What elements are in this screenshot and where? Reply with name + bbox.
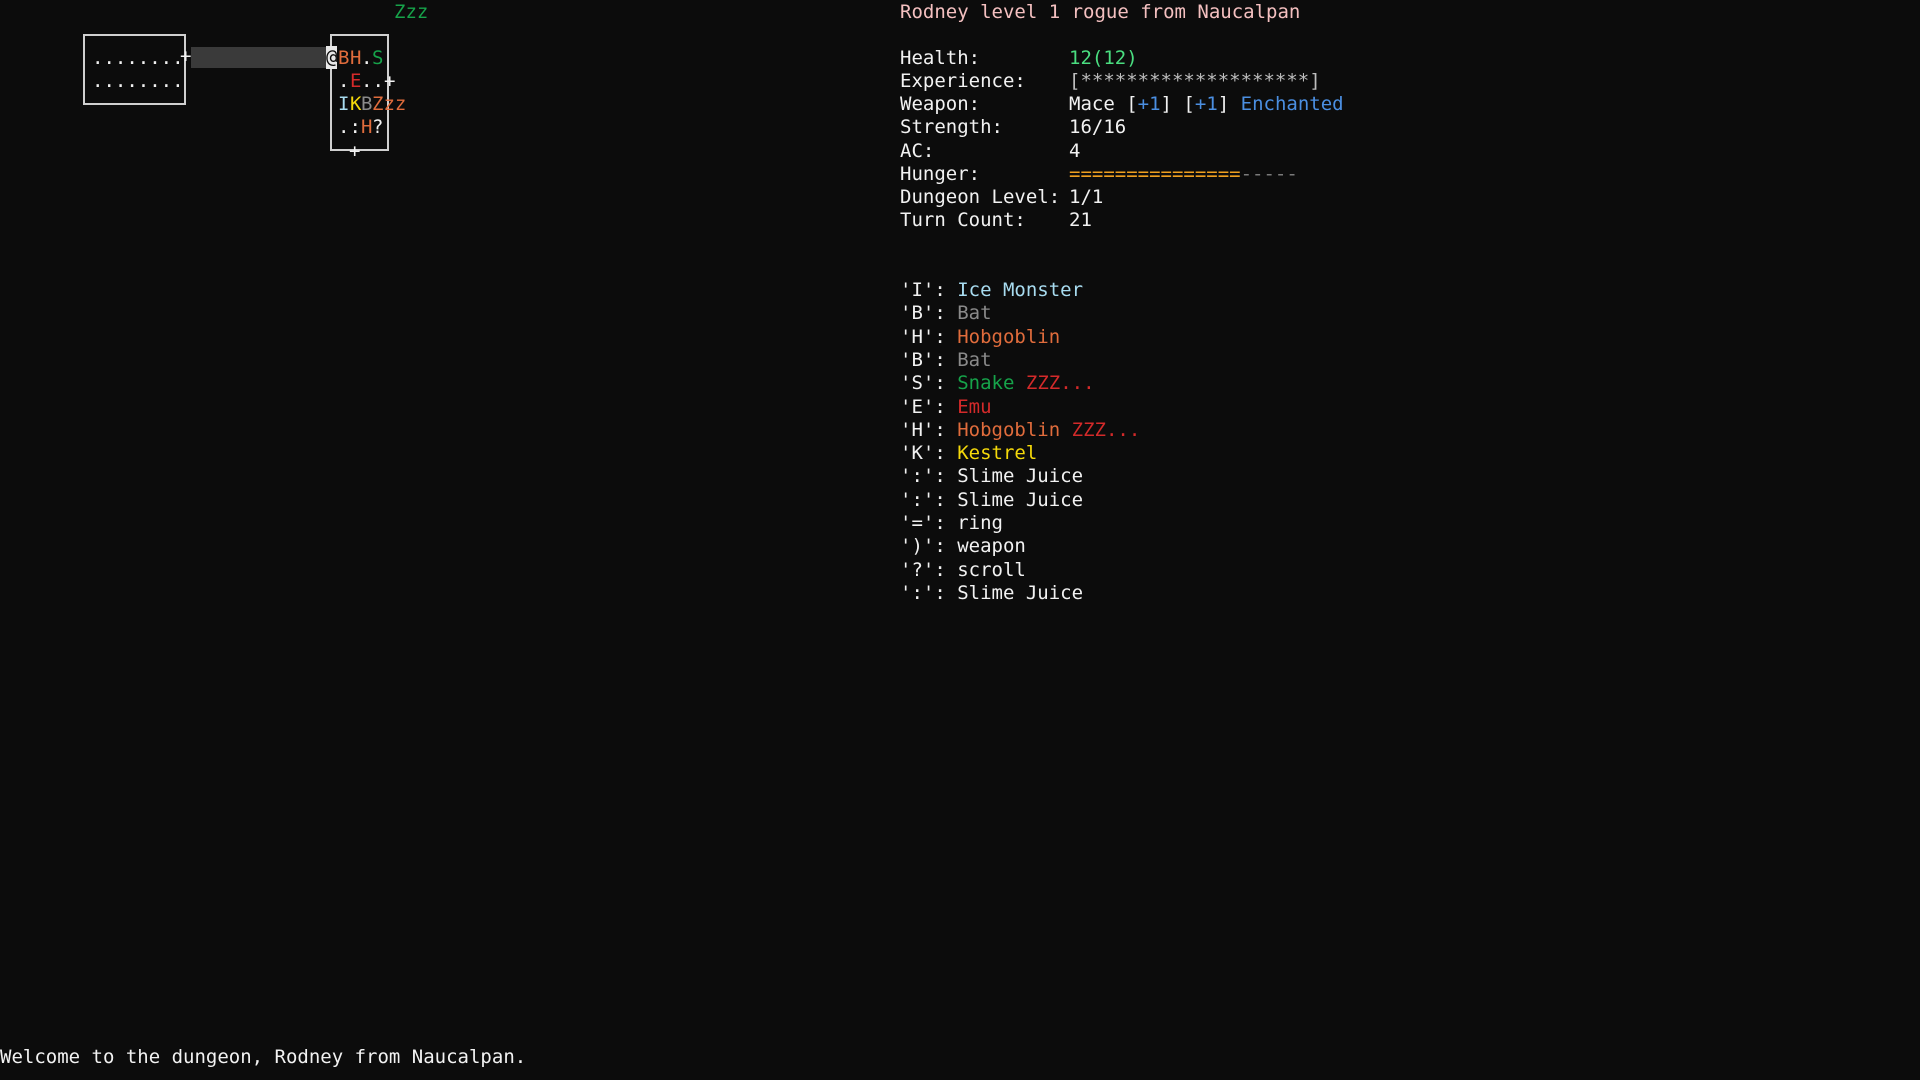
room-left-door: +: [180, 45, 191, 68]
player-character: @: [326, 46, 337, 69]
legend-symbol: ')':: [900, 535, 946, 557]
room-right-door-east: +: [384, 70, 395, 93]
legend-row: 'S': Snake ZZZ...: [900, 372, 1095, 395]
legend-symbol: 'E':: [900, 396, 946, 418]
legend-row: 'E': Emu: [900, 396, 992, 419]
experience-bar: [********************]: [1069, 70, 1321, 93]
legend-sleep-status: ZZZ...: [1026, 372, 1095, 394]
hunger-bar-empty: -----: [1241, 163, 1298, 185]
map-floor: .: [338, 70, 349, 93]
legend-name: Slime Juice: [957, 489, 1083, 511]
weapon-bonus-hit: +1: [1138, 93, 1161, 115]
legend-name: Hobgoblin: [957, 419, 1060, 441]
weapon-name: Mace: [1069, 93, 1115, 115]
legend-symbol: ':':: [900, 489, 946, 511]
legend-name: weapon: [957, 535, 1026, 557]
health-value: 12(12): [1069, 47, 1138, 70]
legend-row: 'K': Kestrel: [900, 442, 1037, 465]
dungeon-level-label: Dungeon Level:: [900, 186, 1060, 209]
map-bat: B: [338, 47, 349, 70]
hunger-bar: ===============-----: [1069, 163, 1298, 186]
legend-name: Bat: [957, 302, 991, 324]
legend-name: Slime Juice: [957, 465, 1083, 487]
map-snake: S: [372, 47, 383, 70]
legend-symbol: '=':: [900, 512, 946, 534]
room-left-floor-row2: ........: [92, 70, 184, 93]
weapon-bonus-damage: +1: [1195, 93, 1218, 115]
character-title: Rodney level 1 rogue from Naucalpan: [900, 1, 1300, 24]
legend-name: Ice Monster: [957, 279, 1083, 301]
legend-row: 'I': Ice Monster: [900, 279, 1083, 302]
weapon-label: Weapon:: [900, 93, 980, 116]
room-right-door-south: +: [349, 140, 360, 163]
ac-label: AC:: [900, 140, 934, 163]
legend-row: ':': Slime Juice: [900, 582, 1083, 605]
legend-symbol: 'H':: [900, 419, 946, 441]
hunger-label: Hunger:: [900, 163, 980, 186]
hunger-bar-full: ===============: [1069, 163, 1241, 185]
legend-symbol: 'H':: [900, 326, 946, 348]
legend-symbol: 'S':: [900, 372, 946, 394]
legend-symbol: '?':: [900, 559, 946, 581]
weapon-value: Mace [+1] [+1] Enchanted: [1069, 93, 1344, 116]
legend-row: ':': Slime Juice: [900, 465, 1083, 488]
corridor: [191, 47, 326, 68]
turn-count-value: 21: [1069, 209, 1092, 232]
strength-value: 16/16: [1069, 116, 1126, 139]
turn-count-label: Turn Count:: [900, 209, 1026, 232]
room-left-floor-row1: ........: [92, 47, 184, 70]
legend-symbol: ':':: [900, 582, 946, 604]
legend-name: Snake: [957, 372, 1014, 394]
map-emu: E: [350, 70, 361, 93]
legend-symbol: 'K':: [900, 442, 946, 464]
legend-row: ')': weapon: [900, 535, 1026, 558]
legend-name: Emu: [957, 396, 991, 418]
weapon-enchanted: Enchanted: [1241, 93, 1344, 115]
game-screen: Zzz ........ + ........ @ B H . S . E ..…: [0, 0, 1920, 1080]
map-floor: ..: [361, 70, 384, 93]
legend-symbol: 'I':: [900, 279, 946, 301]
map-sleep-marker: Zzz: [372, 93, 406, 116]
legend-row: '=': ring: [900, 512, 1003, 535]
map-floor: .: [361, 47, 372, 70]
legend-symbol: 'B':: [900, 349, 946, 371]
legend-row: 'H': Hobgoblin: [900, 326, 1060, 349]
sleep-marker: Zzz: [394, 1, 428, 24]
map-kestrel: K: [350, 93, 361, 116]
legend-name: Slime Juice: [957, 582, 1083, 604]
legend-sleep-status: ZZZ...: [1072, 419, 1141, 441]
map-hobgoblin: H: [361, 116, 372, 139]
legend-name: Bat: [957, 349, 991, 371]
legend-name: Kestrel: [957, 442, 1037, 464]
ac-value: 4: [1069, 140, 1080, 163]
health-label: Health:: [900, 47, 980, 70]
legend-row: '?': scroll: [900, 559, 1026, 582]
legend-name: scroll: [957, 559, 1026, 581]
legend-row: 'B': Bat: [900, 349, 992, 372]
legend-row: ':': Slime Juice: [900, 489, 1083, 512]
legend-name: ring: [957, 512, 1003, 534]
strength-label: Strength:: [900, 116, 1003, 139]
message-line: Welcome to the dungeon, Rodney from Nauc…: [0, 1046, 526, 1069]
legend-symbol: ':':: [900, 465, 946, 487]
map-bat: B: [361, 93, 372, 116]
map-ice-monster: I: [338, 93, 349, 116]
legend-row: 'B': Bat: [900, 302, 992, 325]
legend-row: 'H': Hobgoblin ZZZ...: [900, 419, 1140, 442]
map-floor-slime-juice: .:: [338, 116, 361, 139]
map-hobgoblin: H: [350, 47, 361, 70]
dungeon-level-value: 1/1: [1069, 186, 1103, 209]
legend-symbol: 'B':: [900, 302, 946, 324]
map-scroll: ?: [372, 116, 383, 139]
legend-name: Hobgoblin: [957, 326, 1060, 348]
experience-label: Experience:: [900, 70, 1026, 93]
